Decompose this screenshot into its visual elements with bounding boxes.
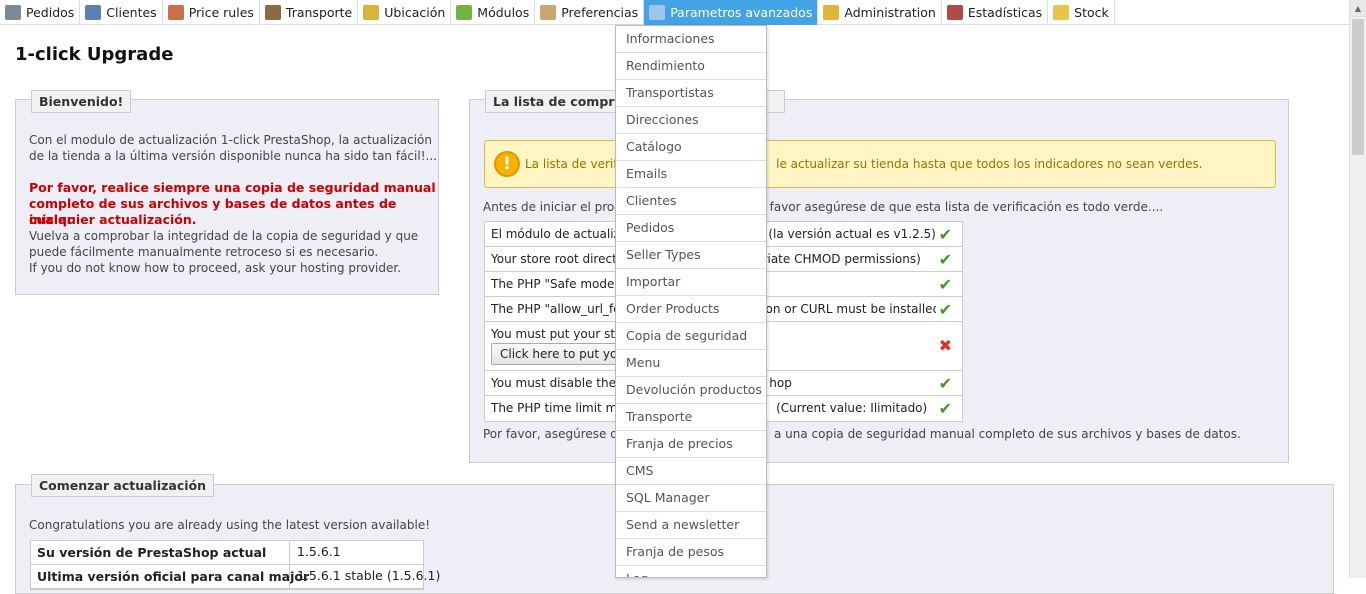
truck-icon — [264, 4, 281, 20]
version-separator — [289, 565, 290, 588]
welcome-intro-2: de la tienda a la última versión disponi… — [29, 149, 437, 163]
nav-tab-label: Price rules — [188, 4, 254, 20]
dropdown-item-copia-de-seguridad[interactable]: Copia de seguridad — [616, 323, 766, 350]
dropdown-item-importar[interactable]: Importar — [616, 269, 766, 296]
preferences-icon — [540, 4, 557, 20]
dropdown-item-log[interactable]: Log — [616, 566, 766, 577]
dropdown-item-emails[interactable]: Emails — [616, 161, 766, 188]
dropdown-item-sql-manager[interactable]: SQL Manager — [616, 485, 766, 512]
check-icon: ✔ — [938, 225, 952, 244]
dropdown-item-direcciones[interactable]: Direcciones — [616, 107, 766, 134]
nav-tab-ubicaci-n[interactable]: Ubicación — [358, 0, 452, 25]
nav-tab-label: Administration — [844, 4, 936, 20]
check-icon: ✔ — [938, 250, 952, 269]
check-icon: ✔ — [938, 275, 952, 294]
wrench-icon — [649, 4, 666, 20]
top-navigation: Pedidos Clientes Price rules Transporte Ubic… — [0, 0, 1366, 25]
dropdown-item-franja-de-pesos[interactable]: Franja de pesos — [616, 539, 766, 566]
dropdown-item-cms[interactable]: CMS — [616, 458, 766, 485]
cart-icon — [5, 4, 21, 20]
dropdown-item-transporte[interactable]: Transporte — [616, 404, 766, 431]
version-value: 1.5.6.1 — [297, 544, 341, 559]
nav-tab-transporte[interactable]: Transporte — [260, 0, 359, 25]
nav-tab-stock[interactable]: Stock — [1048, 0, 1115, 25]
checklist-footer-text: Por favor, asegúrese de a una copia de s… — [483, 427, 1241, 441]
nav-tab-label: Clientes — [106, 4, 157, 20]
version-row: Ultima versión oficial para canal major 1… — [31, 565, 440, 589]
nav-tab-price-rules[interactable]: Price rules — [163, 0, 260, 25]
dropdown-item-transportistas[interactable]: Transportistas — [616, 80, 766, 107]
nav-tab-label: Ubicación — [384, 4, 446, 20]
dropdown-item-order-products[interactable]: Order Products — [616, 296, 766, 323]
backup-check-2: puede fácilmente manualmente retroceso s… — [29, 245, 379, 259]
dropdown-item-clientes[interactable]: Clientes — [616, 188, 766, 215]
page-title: 1-click Upgrade — [15, 44, 174, 65]
version-key: Su versión de PrestaShop actual — [37, 545, 267, 560]
checklist-warning: ! La lista de verific le actualizar su t… — [484, 140, 1276, 188]
dropdown-item-menu[interactable]: Menu — [616, 350, 766, 377]
dropdown-item-pedidos[interactable]: Pedidos — [616, 215, 766, 242]
nav-tab-pedidos[interactable]: Pedidos — [0, 0, 81, 25]
nav-tab-estad-sticas[interactable]: Estadísticas — [942, 0, 1049, 25]
nav-tab-label: Parametros avanzados — [670, 4, 813, 20]
scrollbar-thumb[interactable] — [1352, 19, 1364, 155]
welcome-legend: Bienvenido! — [31, 90, 132, 113]
price-rules-icon — [167, 4, 184, 20]
version-row: Su versión de PrestaShop actual 1.5.6.1 — [31, 541, 423, 565]
puzzle-icon — [456, 4, 473, 20]
dropdown-item-cat-logo[interactable]: Catálogo — [616, 134, 766, 161]
dropdown-item-informaciones[interactable]: Informaciones — [616, 26, 766, 53]
nav-tab-label: Módulos — [477, 4, 530, 20]
nav-tab-preferencias[interactable]: Preferencias — [535, 0, 645, 25]
advanced-params-dropdown: Informaciones Rendimiento Transportistas Di… — [615, 25, 767, 578]
nav-tab-parametros-avanzados[interactable]: Parametros avanzados — [644, 0, 819, 25]
version-table: Su versión de PrestaShop actual 1.5.6.1 Ul… — [30, 540, 440, 590]
version-separator — [289, 541, 290, 564]
warning-icon: ! — [494, 151, 520, 177]
upgrade-legend: Comenzar actualización — [31, 474, 215, 497]
backup-warning-3: cualquier actualización. — [29, 212, 197, 227]
stock-icon — [1053, 4, 1070, 20]
hosting-note: If you do not know how to proceed, ask y… — [29, 261, 402, 275]
globe-icon — [363, 4, 380, 20]
backup-warning-1: Por favor, realice siempre una copia de … — [29, 180, 436, 195]
scroll-up-arrow-icon[interactable]: ▲ — [1350, 0, 1366, 17]
user-icon — [85, 4, 102, 20]
vertical-scrollbar[interactable]: ▲ — [1349, 0, 1366, 578]
checklist-before-text: Antes de iniciar el proc favor asegúrese… — [483, 200, 1164, 214]
check-icon: ✔ — [938, 300, 952, 319]
nav-tab-label: Preferencias — [561, 4, 639, 20]
version-value: 1.5.6.1 stable (1.5.6.1) — [297, 568, 441, 583]
welcome-intro-1: Con el modulo de actualización 1-click P… — [29, 133, 432, 147]
checklist-panel: La lista de comprob ! La lista de verifi… — [469, 90, 1289, 463]
nav-tab-m-dulos[interactable]: Módulos — [451, 0, 536, 25]
dropdown-item-devoluci-n-productos[interactable]: Devolución productos — [616, 377, 766, 404]
dropdown-item-franja-de-precios[interactable]: Franja de precios — [616, 431, 766, 458]
dropdown-item-seller-types[interactable]: Seller Types — [616, 242, 766, 269]
nav-tab-administration[interactable]: Administration — [818, 0, 942, 25]
welcome-panel: Bienvenido! Con el modulo de actualizaci… — [15, 90, 439, 295]
check-icon: ✔ — [938, 399, 952, 418]
nav-tab-label: Transporte — [285, 4, 353, 20]
key-icon — [823, 4, 840, 20]
bar-chart-icon — [946, 4, 963, 20]
backup-check-1: Vuelva a comprobar la integridad de la c… — [29, 229, 419, 243]
upgrade-congrats: Congratulations you are already using th… — [29, 518, 431, 532]
nav-tab-clientes[interactable]: Clientes — [80, 0, 163, 25]
version-key: Ultima versión oficial para canal major — [37, 569, 310, 584]
nav-tab-label: Stock — [1074, 4, 1109, 20]
dropdown-item-rendimiento[interactable]: Rendimiento — [616, 53, 766, 80]
nav-tab-label: Estadísticas — [967, 4, 1043, 20]
cross-icon: ✖ — [938, 336, 952, 355]
dropdown-item-send-a-newsletter[interactable]: Send a newsletter — [616, 512, 766, 539]
nav-tab-label: Pedidos — [26, 4, 75, 20]
check-icon: ✔ — [938, 374, 952, 393]
